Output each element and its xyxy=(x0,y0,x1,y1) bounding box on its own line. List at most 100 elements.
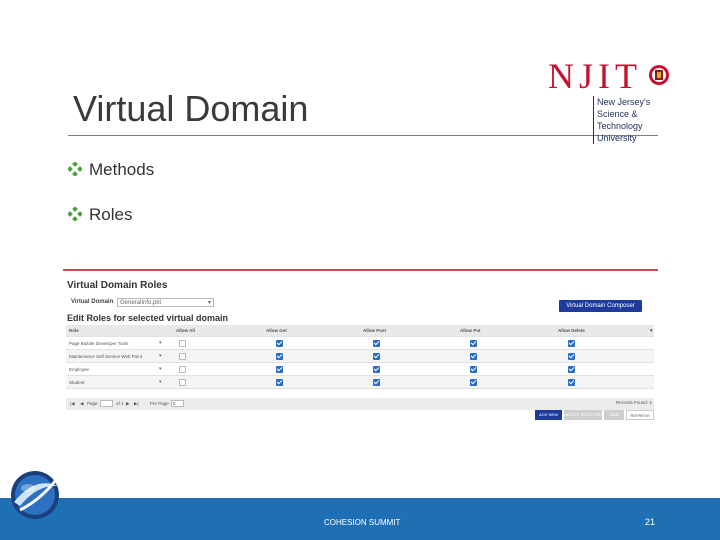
next-page-icon[interactable]: ▶ xyxy=(126,401,129,407)
page-number: 21 xyxy=(645,517,656,527)
chevron-down-icon[interactable]: ▾ xyxy=(159,350,165,362)
allow-get-checkbox-cell xyxy=(276,337,283,349)
chevron-down-icon[interactable]: ▾ xyxy=(159,363,165,375)
allow-post-checkbox[interactable] xyxy=(373,339,380,347)
column-menu-icon[interactable]: ▾ xyxy=(650,325,653,336)
crest-icon xyxy=(649,65,669,85)
domain-select-value: GeneralInfo.pkt xyxy=(120,300,162,306)
last-page-icon[interactable]: ▶| xyxy=(134,401,139,407)
diamond-bullet-icon xyxy=(68,162,82,176)
allow-get-checkbox-cell xyxy=(276,376,283,388)
role-name: Employee xyxy=(69,366,90,372)
allow-put-checkbox-cell xyxy=(470,363,477,375)
column-header-role[interactable]: Role xyxy=(69,325,159,336)
delete-selected-button[interactable]: DELETE SELECTED xyxy=(564,410,602,420)
domain-select[interactable]: GeneralInfo.pkt ▾ xyxy=(117,298,214,307)
globe-swoosh-icon xyxy=(11,471,59,519)
bullet-roles: Roles xyxy=(68,205,132,225)
embedded-screenshot: Virtual Domain Roles Virtual Domain Gene… xyxy=(63,269,658,421)
add-new-button[interactable]: ADD NEW xyxy=(535,410,562,420)
page-label: Page xyxy=(87,401,98,406)
allow-all-checkbox-cell xyxy=(179,350,186,362)
slide-title: Virtual Domain xyxy=(73,88,309,129)
allow-put-checkbox[interactable] xyxy=(470,352,477,360)
table-row[interactable]: Employee ▾ xyxy=(66,363,654,376)
per-page-label: Per Page xyxy=(150,401,169,406)
allow-all-checkbox[interactable] xyxy=(179,352,186,360)
role-name: Page Builder Developer Tools xyxy=(69,340,129,346)
allow-get-checkbox-cell xyxy=(276,350,283,362)
column-header-allow-all[interactable]: Allow All xyxy=(176,325,195,336)
allow-put-checkbox[interactable] xyxy=(470,339,477,347)
allow-post-checkbox-cell xyxy=(373,376,380,388)
table-row[interactable]: Page Builder Developer Tools ▾ xyxy=(66,337,654,350)
allow-delete-checkbox[interactable] xyxy=(568,365,575,373)
chevron-down-icon[interactable]: ▾ xyxy=(159,337,165,349)
column-header-allow-post[interactable]: Allow Post xyxy=(363,325,386,336)
per-page-value: 5 xyxy=(173,401,176,406)
allow-delete-checkbox-cell xyxy=(568,337,575,349)
column-header-allow-get[interactable]: Allow Get xyxy=(266,325,287,336)
title-divider xyxy=(68,135,658,136)
allow-put-checkbox-cell xyxy=(470,350,477,362)
allow-get-checkbox[interactable] xyxy=(276,352,283,360)
role-name: Maintenance Self Service Web Point xyxy=(69,353,142,359)
chevron-down-icon[interactable]: ▾ xyxy=(159,376,165,388)
allow-put-checkbox-cell xyxy=(470,376,477,388)
allow-get-checkbox[interactable] xyxy=(276,378,283,386)
first-page-icon[interactable]: |◀ xyxy=(70,401,75,407)
table-row[interactable]: Student ▾ xyxy=(66,376,654,389)
diamond-bullet-icon xyxy=(68,207,82,221)
allow-delete-checkbox[interactable] xyxy=(568,352,575,360)
refresh-button[interactable]: REFRESH xyxy=(626,410,654,420)
footer-bar: COHESION SUMMIT 21 xyxy=(0,498,720,540)
table-body: Page Builder Developer Tools ▾ Maintenance… xyxy=(66,337,654,389)
chevron-down-icon: ▾ xyxy=(207,300,211,306)
allow-all-checkbox[interactable] xyxy=(179,339,186,347)
screenshot-top-rule xyxy=(63,269,658,271)
screenshot-heading: Virtual Domain Roles xyxy=(67,280,168,291)
save-button[interactable]: SAVE xyxy=(604,410,624,420)
allow-delete-checkbox[interactable] xyxy=(568,378,575,386)
table-header: Role Allow All Allow Get Allow Post Allo… xyxy=(66,325,654,337)
prev-page-icon[interactable]: ◀ xyxy=(80,401,83,407)
allow-post-checkbox[interactable] xyxy=(373,378,380,386)
allow-delete-checkbox-cell xyxy=(568,350,575,362)
allow-post-checkbox[interactable] xyxy=(373,365,380,373)
allow-put-checkbox[interactable] xyxy=(470,378,477,386)
column-header-allow-put[interactable]: Allow Put xyxy=(460,325,481,336)
per-page-select[interactable]: 5 xyxy=(171,400,184,407)
bullet-methods: Methods xyxy=(68,160,154,180)
logo-tagline-line1: New Jersey's Science & xyxy=(597,97,651,119)
allow-put-checkbox[interactable] xyxy=(470,365,477,373)
njit-logo: NJIT New Jersey's Science & Technology U… xyxy=(548,56,673,144)
allow-delete-checkbox-cell xyxy=(568,376,575,388)
allow-delete-checkbox-cell xyxy=(568,363,575,375)
roles-table: Role Allow All Allow Get Allow Post Allo… xyxy=(66,325,654,389)
allow-post-checkbox-cell xyxy=(373,363,380,375)
column-header-allow-delete[interactable]: Allow Delete xyxy=(558,325,585,336)
allow-post-checkbox[interactable] xyxy=(373,352,380,360)
logo-tagline: New Jersey's Science & Technology Univer… xyxy=(593,96,673,144)
table-row[interactable]: Maintenance Self Service Web Point ▾ xyxy=(66,350,654,363)
bullet-text: Methods xyxy=(89,160,155,179)
allow-delete-checkbox[interactable] xyxy=(568,339,575,347)
allow-put-checkbox-cell xyxy=(470,337,477,349)
allow-get-checkbox-cell xyxy=(276,363,283,375)
composer-button[interactable]: Virtual Domain Composer xyxy=(559,300,642,312)
allow-get-checkbox[interactable] xyxy=(276,339,283,347)
allow-all-checkbox[interactable] xyxy=(179,365,186,373)
allow-all-checkbox-cell xyxy=(179,376,186,388)
page-count: of 1 xyxy=(116,401,124,406)
allow-get-checkbox[interactable] xyxy=(276,365,283,373)
domain-label: Virtual Domain xyxy=(71,299,114,305)
allow-post-checkbox-cell xyxy=(373,337,380,349)
allow-all-checkbox[interactable] xyxy=(179,378,186,386)
records-found: Records Found: 4 xyxy=(616,400,652,405)
logo-wordmark: NJIT xyxy=(548,56,642,96)
allow-post-checkbox-cell xyxy=(373,350,380,362)
pagination-bar: |◀ ◀ Page of 1 ▶ ▶| Per Page 5 xyxy=(66,398,654,410)
page-input[interactable] xyxy=(100,400,113,407)
role-name: Student xyxy=(69,379,85,385)
bullet-text: Roles xyxy=(89,205,133,224)
